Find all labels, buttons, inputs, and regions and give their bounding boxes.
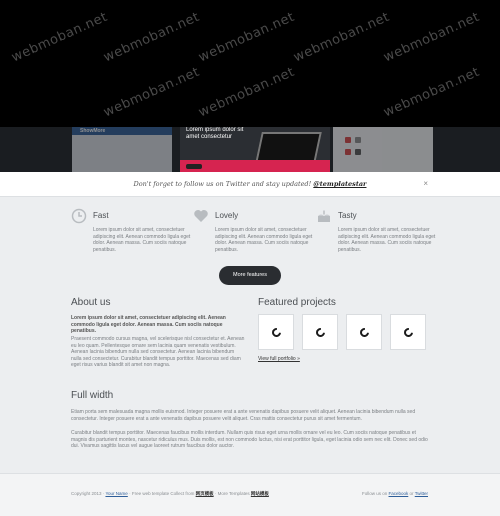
full-width-paragraph: Etiam porta sem malesuada magna mollis e… — [71, 409, 416, 422]
watermark: webmoban.net — [196, 64, 298, 121]
loading-icon — [270, 326, 283, 339]
twitter-handle-link[interactable]: @templatestar — [313, 180, 366, 188]
footer-text: · Free web template Collect from — [129, 491, 195, 496]
feature-text: Lorem ipsum dolor sit amet, consectetuer… — [215, 227, 313, 253]
image-slider[interactable]: ShowMore Lorem ipsum dolor sit amet cons… — [0, 127, 500, 172]
watermark: webmoban.net — [381, 9, 483, 66]
loading-icon — [402, 326, 415, 339]
full-width-title: Full width — [71, 390, 114, 401]
follow-text: Follow us on — [361, 491, 388, 496]
your-name-link[interactable]: Your Name — [105, 491, 127, 496]
slide-icon — [355, 149, 361, 155]
feature-title: Fast — [93, 211, 109, 220]
cake-icon — [318, 210, 330, 222]
slide-icon — [345, 149, 351, 155]
close-icon[interactable]: × — [423, 172, 428, 196]
loading-icon — [358, 326, 371, 339]
slide-accent-strip — [180, 160, 330, 172]
project-thumbnail[interactable] — [258, 314, 294, 350]
slide-logo: ShowMore — [80, 128, 106, 134]
heart-icon — [194, 210, 208, 222]
twitter-link[interactable]: Twitter — [415, 491, 428, 496]
watermark: webmoban.net — [101, 64, 203, 121]
slide-current[interactable]: Lorem ipsum dolor sit amet consectetur — [180, 127, 330, 172]
feature-title: Lovely — [215, 211, 239, 220]
watermark: webmoban.net — [196, 9, 298, 66]
watermark: webmoban.net — [101, 9, 203, 66]
footer-social: Follow us on Facebook or Twitter — [362, 491, 428, 496]
slide-heading: Lorem ipsum dolor sit amet consectetur — [186, 127, 244, 140]
or-text: or — [409, 491, 414, 496]
about-title: About us — [71, 297, 111, 308]
slide-icon — [355, 137, 361, 143]
footer-text: · More Templates — [214, 491, 250, 496]
feature-text: Lorem ipsum dolor sit amet, consectetuer… — [93, 227, 191, 253]
loading-icon — [314, 326, 327, 339]
about-body-text: Praesent commodo cursus magna, vel scele… — [71, 336, 245, 368]
about-lead-text: Lorem ipsum dolor sit amet, consectetuer… — [71, 315, 226, 334]
project-thumbnail[interactable] — [390, 314, 426, 350]
project-thumbnail[interactable] — [302, 314, 338, 350]
watermark: webmoban.net — [381, 64, 483, 121]
slide-preview-right[interactable] — [333, 127, 433, 172]
collect-link[interactable]: 网页模板 — [196, 491, 214, 496]
project-thumbnail[interactable] — [346, 314, 382, 350]
slide-preview-left[interactable]: ShowMore — [72, 127, 172, 172]
more-features-button[interactable]: More features — [219, 266, 281, 285]
slide-icon — [345, 137, 351, 143]
more-templates-link[interactable]: 网站模板 — [251, 491, 269, 496]
watermark: webmoban.net — [9, 9, 111, 66]
watermark: webmoban.net — [291, 9, 393, 66]
twitter-notice-bar: Don't forget to follow us on Twitter and… — [0, 172, 500, 197]
copyright-text: Copyright 2013 — [71, 491, 102, 496]
hero-header: webmoban.net webmoban.net webmoban.net w… — [0, 0, 500, 172]
footer-copyright: Copyright 2013 · Your Name · Free web te… — [71, 491, 269, 496]
full-width-paragraph: Curabitur blandit tempus porttitor. Maec… — [71, 430, 428, 449]
clock-icon — [71, 208, 87, 224]
featured-projects-title: Featured projects — [258, 297, 336, 308]
feature-text: Lorem ipsum dolor sit amet, consectetuer… — [338, 227, 436, 253]
footer: Copyright 2013 · Your Name · Free web te… — [0, 473, 500, 516]
notice-message: Don't forget to follow us on Twitter and… — [133, 180, 312, 188]
feature-title: Tasty — [338, 211, 357, 220]
slide-button[interactable] — [186, 164, 202, 169]
facebook-link[interactable]: Facebook — [389, 491, 409, 496]
view-portfolio-link[interactable]: View full portfolio » — [258, 356, 300, 362]
